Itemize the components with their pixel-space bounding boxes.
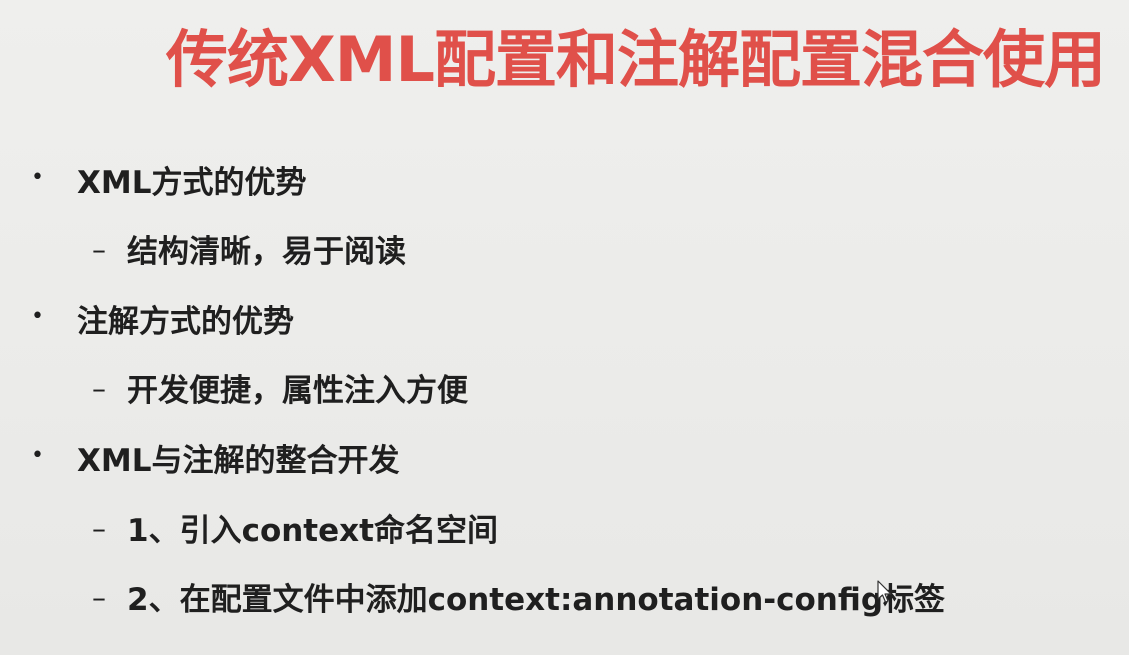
list-item-annotation-advantage: 注解方式的优势 [77,304,294,340]
dash-icon: – [92,372,106,405]
bullet-icon: • [31,165,44,190]
dash-icon: – [92,581,106,614]
list-subitem-step-2: 2、在配置文件中添加context:annotation-config标签 [127,582,946,618]
list-item-xml-advantage: XML方式的优势 [77,165,307,201]
dash-icon: – [92,512,106,545]
mouse-pointer-icon [877,580,892,603]
dash-icon: – [92,233,106,266]
bullet-icon: • [31,304,44,329]
list-subitem-step-1: 1、引入context命名空间 [127,513,498,549]
bullet-icon: • [31,443,44,468]
list-item-integration: XML与注解的整合开发 [77,443,400,479]
bullet-list: • XML方式的优势 – 结构清晰，易于阅读 • 注解方式的优势 – 开发便捷，… [0,0,1129,655]
list-subitem-xml-detail: 结构清晰，易于阅读 [127,234,406,270]
slide: 传统XML配置和注解配置混合使用 • XML方式的优势 – 结构清晰，易于阅读 … [0,0,1129,655]
list-subitem-annotation-detail: 开发便捷，属性注入方便 [127,373,468,409]
